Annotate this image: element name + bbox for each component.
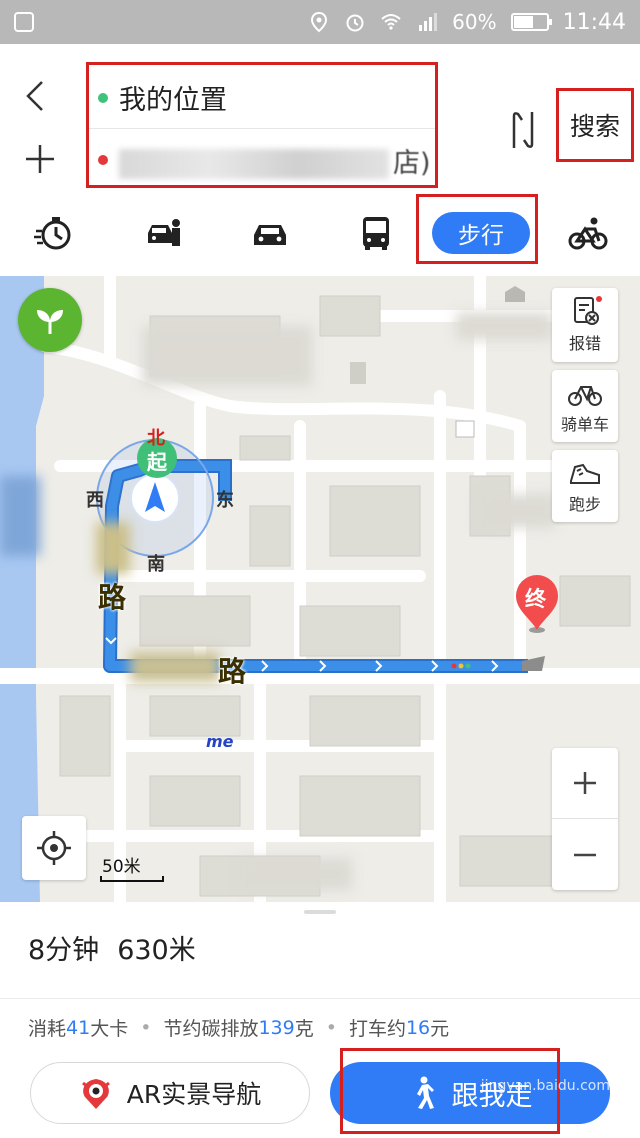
destination-dot (98, 155, 108, 165)
gallery-icon (14, 12, 34, 32)
start-marker-label: 起 (147, 450, 167, 474)
end-pin-label: 终 (525, 587, 546, 611)
bike-share-button[interactable]: 骑单车 (552, 370, 618, 442)
divider (0, 998, 640, 999)
wifi-icon (381, 14, 401, 30)
compass-west: 西 (86, 490, 104, 511)
calorie-suffix: 大卡 (90, 1018, 129, 1040)
ar-navigation-label: AR实景导航 (126, 1080, 262, 1109)
route-summary-sheet: 8分钟 630米 消耗 41 大卡 • 节约碳排放 139 克 • 打车约 16… (0, 902, 640, 1138)
locate-me-button[interactable] (22, 816, 86, 880)
zoom-in-button[interactable] (552, 748, 618, 819)
location-icon (311, 11, 328, 33)
destination-pin[interactable]: 终 (512, 574, 562, 636)
route-duration: 8分钟 (28, 935, 100, 966)
swap-icon[interactable] (504, 108, 542, 152)
destination-field[interactable]: 店) (89, 129, 435, 191)
car-icon (254, 225, 286, 245)
signal-icon (419, 13, 438, 31)
compass-east: 东 (216, 490, 234, 511)
minus-icon (574, 853, 596, 856)
river (0, 276, 44, 902)
ar-mascot-icon (81, 1079, 110, 1109)
destination-text: 店) (119, 141, 431, 180)
run-label: 跑步 (568, 495, 601, 514)
ar-navigation-button[interactable]: AR实景导航 (30, 1062, 310, 1124)
destination-suffix: 店) (393, 147, 431, 179)
road-label-horizontal: 路 (218, 655, 247, 688)
route-stats: 消耗 41 大卡 • 节约碳排放 139 克 • 打车约 16 元 (28, 1014, 449, 1041)
stopwatch-icon (34, 217, 71, 250)
zoom-control (552, 748, 618, 890)
tab-taxi[interactable] (30, 210, 78, 256)
report-icon (574, 296, 602, 325)
map-scale-label: 50米 (102, 857, 141, 877)
taxi-suffix: 元 (430, 1018, 450, 1040)
transport-mode-tabs: 步行 (0, 194, 640, 276)
carbon-prefix: 节约碳排放 (163, 1018, 259, 1040)
plus-icon (26, 145, 54, 173)
carbon-value: 139 (258, 1016, 295, 1039)
status-bar: 60% 11:44 (0, 0, 640, 44)
watermark-text: jingyan.baidu.com (480, 1078, 610, 1094)
route-summary: 8分钟 630米 (28, 928, 196, 967)
origin-dot (98, 92, 108, 103)
clock: 11:44 (562, 9, 626, 35)
separator-dot: • (325, 1016, 337, 1039)
search-button[interactable]: 搜索 (556, 88, 634, 162)
redacted-label (130, 652, 220, 682)
redacted-label (456, 312, 552, 340)
add-waypoint-button[interactable] (24, 142, 60, 182)
status-icons: 60% 11:44 (308, 0, 626, 44)
taxi-prefix: 打车约 (348, 1018, 406, 1040)
bicycle-icon (568, 386, 602, 406)
report-error-button[interactable]: 报错 (552, 288, 618, 362)
map-poi-text: me (206, 732, 234, 751)
route-distance: 630米 (117, 935, 196, 966)
carbon-suffix: 克 (294, 1018, 314, 1040)
sheet-handle[interactable] (304, 910, 336, 914)
redacted-label (242, 858, 352, 890)
back-button[interactable] (22, 78, 52, 118)
separator-dot: • (140, 1016, 152, 1039)
carpool-icon (148, 219, 180, 246)
redacted-label (0, 476, 40, 556)
bus-icon (363, 217, 389, 250)
origin-text: 我的位置 (119, 85, 227, 116)
map-view[interactable]: 北 起 西 东 南 路 路 me 终 报错 骑单车 跑步 50米 (0, 276, 640, 902)
battery-icon (510, 13, 552, 31)
compass-south: 南 (147, 554, 165, 575)
leaf-icon (37, 310, 63, 334)
eco-button[interactable] (18, 288, 82, 352)
tab-carpool[interactable] (140, 210, 188, 256)
crosshair-icon (37, 831, 71, 865)
redacted-label (142, 326, 312, 386)
calorie-prefix: 消耗 (28, 1018, 67, 1040)
chevron-left-icon (26, 81, 43, 111)
bike-label: 骑单车 (560, 415, 609, 434)
running-shoe-icon (570, 463, 600, 484)
redacted-label (478, 494, 556, 528)
report-label: 报错 (568, 334, 601, 353)
run-button[interactable]: 跑步 (552, 450, 618, 522)
route-header: 我的位置 店) 搜索 (0, 44, 640, 194)
battery-percent: 60% (452, 10, 497, 34)
calorie-value: 41 (66, 1016, 91, 1039)
origin-field[interactable]: 我的位置 (89, 67, 435, 129)
bicycle-icon (568, 217, 608, 250)
tab-bike[interactable] (566, 210, 610, 256)
tab-drive[interactable] (246, 210, 294, 256)
tab-bus[interactable] (352, 210, 400, 256)
plus-icon (574, 772, 596, 794)
zoom-out-button[interactable] (552, 819, 618, 890)
route-inputs: 我的位置 店) (86, 62, 438, 188)
map-scale-bar (100, 876, 164, 882)
redacted-text (119, 149, 389, 179)
road-label-vertical: 路 (98, 581, 127, 614)
walk-highlight (416, 194, 538, 264)
redacted-label (96, 522, 130, 574)
taxi-value: 16 (405, 1016, 431, 1039)
alarm-icon (346, 14, 364, 32)
